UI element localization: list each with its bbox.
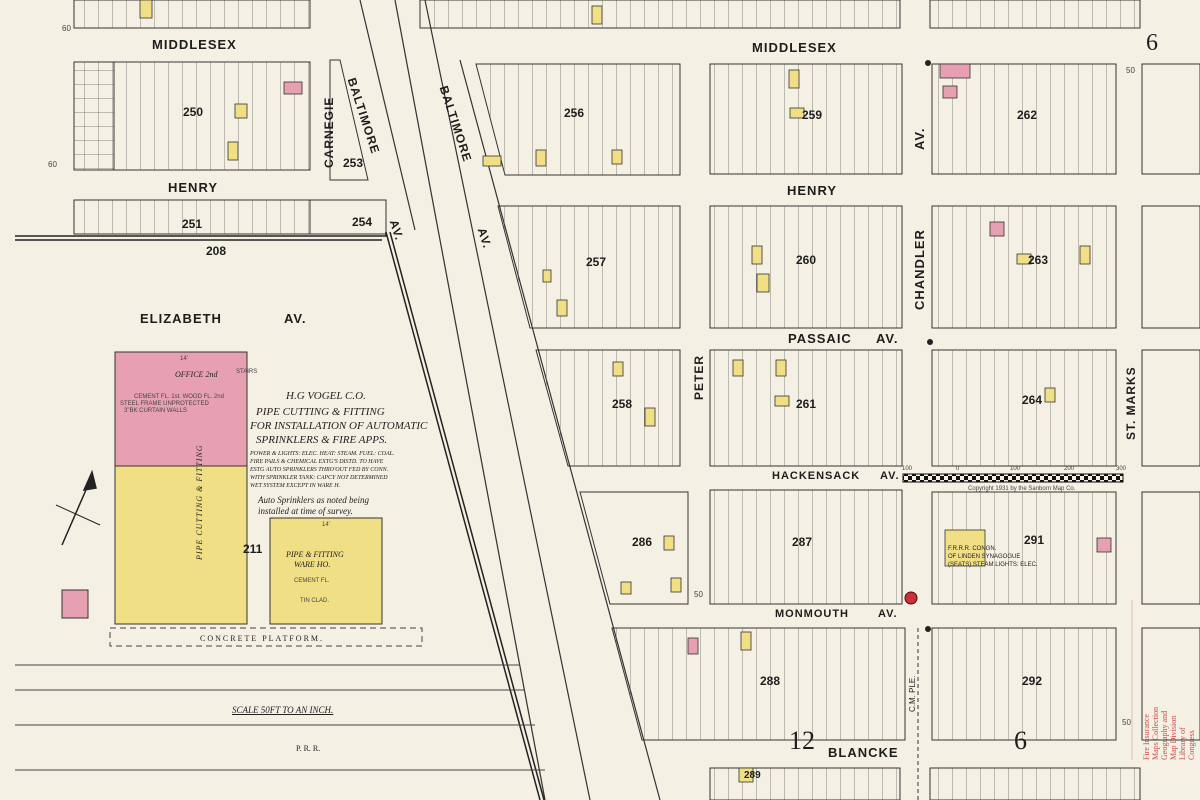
street-elizabeth: ELIZABETH — [140, 311, 222, 326]
sheet-ref-12: 12 — [789, 726, 815, 755]
block-257: 257 — [586, 255, 607, 269]
street-cm-ple: C.M. PLE. — [908, 675, 917, 712]
factory-vertical-label: PIPE CUTTING & FITTING — [195, 444, 204, 560]
block-287: 287 — [792, 535, 813, 549]
street-henry-left: HENRY — [168, 180, 219, 195]
scale-0: 0 — [956, 466, 960, 472]
warehouse-line3: CEMENT FL. — [294, 578, 330, 584]
street-monmouth: MONMOUTH — [775, 608, 849, 620]
block-291: 291 — [1024, 533, 1045, 547]
synagogue-line3: (SEATS) STEAM.LIGHTS: ELEC. — [948, 562, 1038, 568]
warehouse-height: 14' — [322, 522, 330, 528]
scale-200: 200 — [1064, 466, 1075, 472]
fire-insurance-map[interactable]: MIDDLESEX MIDDLESEX HENRY HENRY ELIZABET… — [0, 0, 1200, 800]
scale-bar — [902, 473, 1124, 483]
factory-construction2: STEEL FRAME UNPROTECTED — [120, 401, 209, 407]
factory-construction1: CEMENT FL. 1st. WOOD FL. 2nd — [134, 394, 224, 400]
factory-details3: ESTG AUTO SPRINKLERS THRO'OUT FED BY CON… — [250, 467, 389, 473]
north-arrow-icon — [55, 469, 101, 546]
street-passaic-av: AV. — [876, 331, 899, 346]
street-passaic: PASSAIC — [788, 331, 852, 346]
block-208: 208 — [206, 244, 227, 258]
scale-300: 300 — [1116, 466, 1127, 472]
street-st-marks: ST. MARKS — [1124, 366, 1138, 440]
block-262: 262 — [1017, 108, 1038, 122]
block-263: 263 — [1028, 253, 1049, 267]
factory-line1: PIPE CUTTING & FITTING — [256, 406, 385, 418]
block-289: 289 — [744, 770, 761, 781]
street-blancke: BLANCKE — [828, 745, 899, 760]
factory-auto2: installed at time of survey. — [258, 506, 353, 516]
synagogue-line2: OF LINDEN SYNAGOGUE — [948, 554, 1021, 560]
middle-blocks — [475, 63, 1200, 800]
railroad-label: P. R. R. — [296, 744, 321, 753]
loc-stamp: Fire Insurance Maps Collection Geography… — [1142, 702, 1196, 760]
loc-stamp-line1: Fire Insurance Maps Collection — [1142, 706, 1160, 760]
block-288: 288 — [760, 674, 781, 688]
dim-60-a: 60 — [62, 24, 71, 33]
block-286: 286 — [632, 535, 653, 549]
railroad-tracks — [15, 664, 545, 771]
street-monmouth-av: AV. — [878, 608, 898, 620]
factory-stairs: STAIRS — [236, 369, 258, 375]
small-brick-building — [61, 589, 89, 619]
concrete-platform-label: CONCRETE PLATFORM. — [200, 634, 325, 643]
hydrant-icon — [904, 591, 918, 605]
block-260: 260 — [796, 253, 817, 267]
factory-line3: SPRINKLERS & FIRE APPS. — [256, 434, 388, 446]
block-254: 254 — [352, 215, 373, 229]
sheet-number: 6 — [1146, 30, 1158, 56]
block-264: 264 — [1022, 393, 1043, 407]
block-292: 292 — [1022, 674, 1043, 688]
factory-height: 14' — [180, 356, 188, 362]
factory-details2: FIRE PAILS & CHEMICAL EXTG'S DISTD. TO H… — [250, 459, 384, 465]
factory-details1: POWER & LIGHTS: ELEC. HEAT: STEAM. FUEL:… — [250, 451, 395, 457]
hydrant-marker-mid — [927, 339, 933, 345]
copyright: Copyright 1931 by the Sanborn Map Co. — [968, 486, 1076, 492]
warehouse-building — [269, 517, 383, 625]
scale-100: 100 — [1010, 466, 1021, 472]
synagogue-line1: F.R.R.R. CONGN. — [948, 546, 997, 552]
block-261: 261 — [796, 397, 817, 411]
block-256: 256 — [564, 106, 585, 120]
street-hackensack-av: AV. — [880, 470, 900, 482]
street-chandler-av: AV. — [912, 127, 927, 150]
warehouse-line4: TIN CLAD. — [300, 598, 330, 604]
dim-50-a: 50 — [1126, 66, 1135, 75]
top-blocks — [73, 0, 1141, 29]
dim-60-b: 60 — [48, 160, 57, 169]
block-250: 250 — [183, 105, 204, 119]
block-211: 211 — [243, 542, 263, 556]
street-hackensack: HACKENSACK — [772, 470, 861, 482]
loc-stamp-line2: Geography and Map Division — [1160, 710, 1178, 760]
block-258: 258 — [612, 397, 633, 411]
street-middlesex-right: MIDDLESEX — [752, 40, 837, 55]
factory-details5: WET SYSTEM EXCEPT IN WARE H. — [250, 483, 341, 489]
factory-frame-section — [114, 465, 248, 625]
hydrant-marker-north — [925, 60, 931, 66]
dim-50-b: 50 — [1122, 718, 1131, 727]
street-elizabeth-av: AV. — [284, 311, 307, 326]
factory-office: OFFICE 2nd — [175, 370, 218, 379]
factory-construction3: 3"BK CURTAIN WALLS — [124, 408, 188, 414]
dim-50-c: 50 — [694, 590, 703, 599]
hydrant-marker-south — [925, 626, 931, 632]
scale-100-left: 100 — [902, 466, 913, 472]
factory-name: H.G VOGEL C.O. — [286, 390, 366, 402]
factory-line2: FOR INSTALLATION OF AUTOMATIC — [250, 420, 428, 432]
loc-stamp-line3: Library of Congress — [1178, 727, 1196, 760]
street-middlesex-left: MIDDLESEX — [152, 37, 237, 52]
street-henry-right: HENRY — [787, 183, 838, 198]
street-peter: PETER — [692, 354, 706, 400]
block-254-outline — [309, 199, 387, 235]
scale-label: SCALE 50FT TO AN INCH. — [232, 705, 334, 715]
street-carnegie: CARNEGIE — [322, 96, 336, 168]
block-253: 253 — [343, 156, 364, 170]
block-251: 251 — [182, 217, 203, 231]
sheet-ref-6: 6 — [1014, 726, 1027, 755]
block-259: 259 — [802, 108, 823, 122]
street-chandler: CHANDLER — [912, 229, 927, 310]
factory-details4: WITH SPRINKLER TANK: CAPCY NOT DETERMINE… — [250, 475, 388, 481]
warehouse-line2: WARE HO. — [294, 560, 331, 569]
